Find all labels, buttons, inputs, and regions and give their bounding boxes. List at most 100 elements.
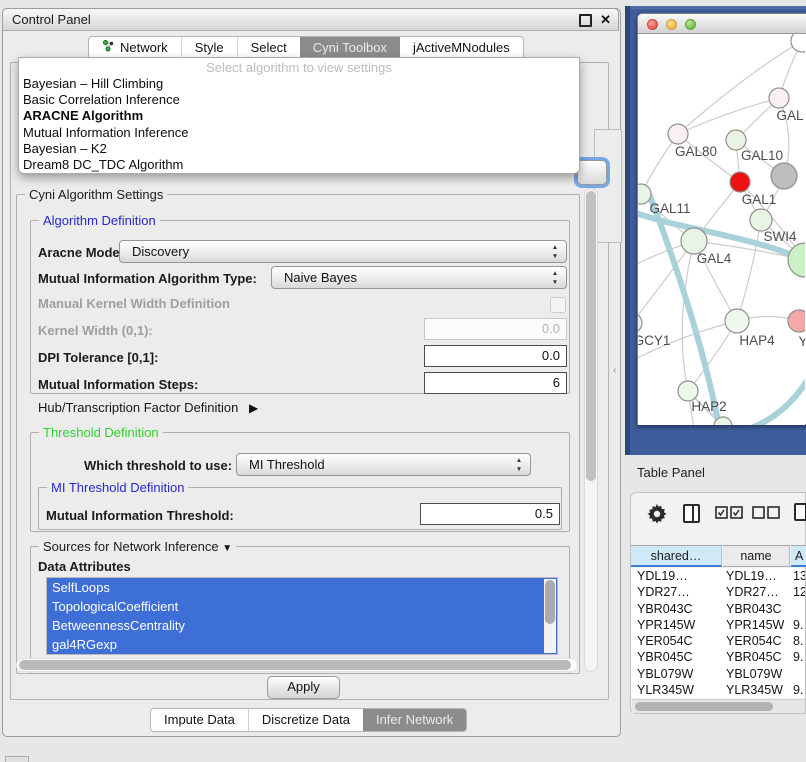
network-node-hap4[interactable] [725,309,749,333]
table-row[interactable]: YBR043CYBR043C [631,601,805,617]
cell-name: YBL079W [726,666,782,682]
tab-select[interactable]: Select [237,37,300,59]
algorithm-dropdown-popup: Select algorithm to view settings Bayesi… [18,57,580,174]
tab-label: Network [120,37,168,59]
tab-cyni-toolbox[interactable]: Cyni Toolbox [300,37,400,59]
cell-name: YBR045C [726,649,782,665]
node-label-gal10: GAL10 [741,148,783,163]
tab-style[interactable]: Style [181,37,237,59]
cell-shared-name: YBL079W [637,666,693,682]
minimized-panel-icon[interactable] [5,756,29,762]
network-icon [102,37,115,59]
aracne-mode-select[interactable]: Discovery ▲▼ [119,240,567,263]
algorithm-option[interactable]: Dream8 DC_TDC Algorithm [19,157,579,173]
tab-label: Infer Network [376,709,453,731]
network-edge[interactable] [737,220,761,321]
zoom-traffic-light-icon[interactable] [685,19,696,30]
select-all-icon[interactable] [715,506,743,522]
column-header-shared-name[interactable]: shared… [631,545,722,567]
cell-name: YDR27… [726,584,779,600]
deselect-all-icon[interactable] [752,506,780,522]
chevron-down-icon: ▼ [222,543,232,554]
algorithm-option[interactable]: Basic Correlation Inference [19,92,579,108]
cell-value: 12 [793,584,805,600]
tab-jactivemnodules[interactable]: jActiveMNodules [400,37,523,59]
mi-algorithm-type-value: Naive Bayes [284,270,357,285]
attribute-list-item[interactable]: gal4RGexp [47,635,557,654]
table-row[interactable]: YLR345WYLR345W9. [631,682,805,698]
network-edge[interactable] [678,98,779,134]
algorithm-option[interactable]: Bayesian – K2 [19,141,579,157]
which-threshold-value: MI Threshold [249,457,325,472]
attribute-list-item[interactable]: SelfLoops [47,578,557,597]
minimize-traffic-light-icon[interactable] [666,19,677,30]
which-threshold-select[interactable]: MI Threshold ▲▼ [236,453,531,476]
tab-discretize-data[interactable]: Discretize Data [248,709,363,731]
table-horizontal-scrollbar-thumb[interactable] [635,702,773,711]
stepper-arrows-icon: ▲▼ [550,269,560,287]
table-row[interactable]: YDL19…YDL19…13 [631,568,805,584]
table-horizontal-scrollbar[interactable] [632,699,805,713]
settings-horizontal-scrollbar-thumb[interactable] [19,660,571,670]
network-node-gal1[interactable] [750,209,772,231]
hub-definition-toggle[interactable]: Hub/Transcription Factor Definition ▶ [38,400,258,415]
cell-shared-name: YDR27… [637,584,690,600]
network-node-gal10[interactable] [726,130,746,150]
dpi-tolerance-field[interactable]: 0.0 [424,345,567,367]
network-node[interactable] [771,163,797,189]
tab-network[interactable]: Network [89,37,181,59]
network-node-gal80[interactable] [668,124,688,144]
tab-infer-network[interactable]: Infer Network [363,709,466,731]
table-row[interactable]: YDR27… YDR27… 12 [631,584,805,600]
sources-legend[interactable]: Sources for Network Inference ▼ [39,539,236,554]
table-row[interactable]: YBL079W YBL079W [631,666,805,682]
network-node-gal[interactable] [769,88,789,108]
mi-steps-field[interactable]: 6 [424,372,567,394]
algorithm-option[interactable]: Mutual Information Inference [19,125,579,141]
cell-shared-name: YBR045C [637,649,693,665]
table-row[interactable]: YER054CYER054C8. [631,633,805,649]
network-node-swi4[interactable] [788,243,805,277]
gear-icon[interactable] [646,503,668,528]
float-window-icon[interactable] [579,14,592,27]
close-icon[interactable]: ✕ [600,13,611,26]
cell-shared-name: YER054C [637,633,693,649]
close-traffic-light-icon[interactable] [647,19,658,30]
mi-algorithm-type-select[interactable]: Naive Bayes ▲▼ [271,266,567,289]
table-row[interactable]: YPR145WYPR145W9. [631,617,805,633]
settings-vertical-scrollbar-thumb[interactable] [586,191,596,481]
hub-definition-label: Hub/Transcription Factor Definition [38,400,238,415]
node-label-gal80: GAL80 [675,144,717,159]
column-header-name[interactable]: name [723,545,790,567]
table-row[interactable]: YBR045CYBR045C9. [631,649,805,665]
attributes-scrollbar[interactable] [544,579,556,653]
tab-impute-data[interactable]: Impute Data [151,709,248,731]
network-node[interactable] [791,34,805,52]
network-canvas[interactable]: GALGAL80GAL10GAL1GAL11SWI4GAL4GCY1HAP4YH… [638,34,805,425]
network-node-gcy1[interactable] [638,313,642,333]
apply-button[interactable]: Apply [267,676,340,699]
mi-threshold-field[interactable]: 0.5 [420,503,560,525]
node-table-body: YDL19…YDL19…13YDR27… YDR27… 12YBR043CYBR04… [631,568,805,698]
algorithm-option[interactable]: ARACNE Algorithm [19,108,579,124]
splitpane-grip-icon[interactable]: ‹ [613,365,616,376]
page-icon[interactable] [794,503,806,521]
settings-vertical-scrollbar[interactable] [584,188,598,672]
network-node-y[interactable] [788,310,805,332]
manual-kernel-checkbox[interactable] [550,297,566,313]
network-node[interactable] [730,172,750,192]
stepper-arrows-icon: ▲▼ [514,456,524,474]
threshold-definition-legend: Threshold Definition [39,425,163,440]
network-edge[interactable] [728,376,805,425]
algorithm-option[interactable]: Bayesian – Hill Climbing [19,76,579,92]
attribute-list-item[interactable]: BetweennessCentrality [47,616,557,635]
network-node-hap2[interactable] [678,381,698,401]
column-header-third[interactable]: A [791,545,806,567]
split-columns-icon[interactable] [683,504,700,523]
attributes-scrollbar-thumb[interactable] [545,580,555,624]
attribute-list-item[interactable]: TopologicalCoefficient [47,597,557,616]
kernel-width-field[interactable]: 0.0 [424,318,567,340]
settings-horizontal-scrollbar[interactable] [16,658,578,672]
cell-name: YPR145W [726,617,784,633]
stepper-arrows-icon: ▲▼ [550,243,560,261]
